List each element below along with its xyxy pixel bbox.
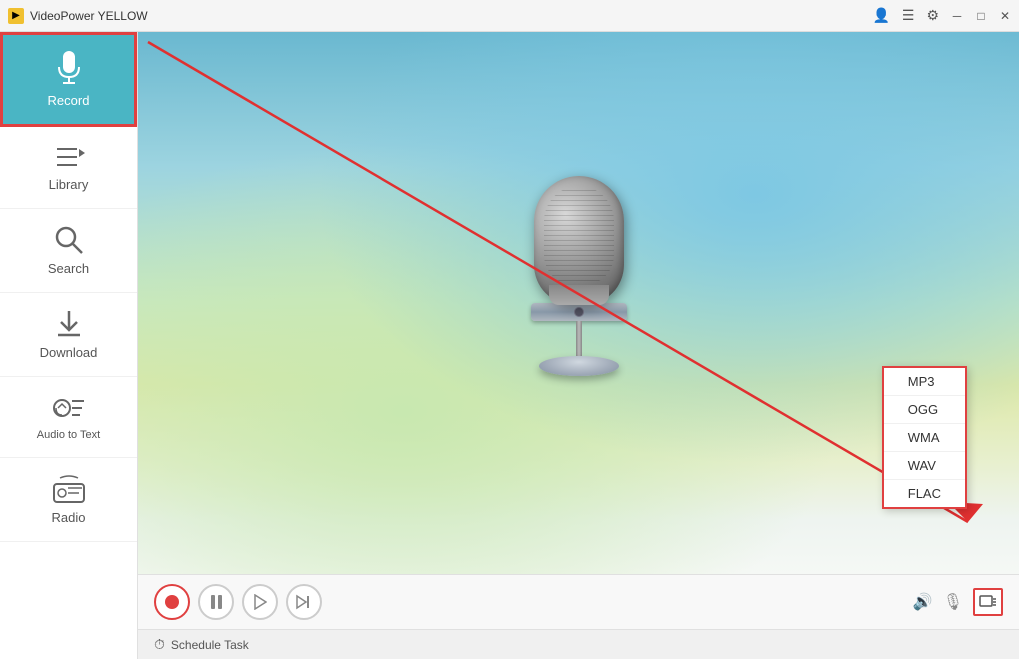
player-right-controls: 🔊 🎙 — [913, 588, 1003, 616]
sidebar-download-label: Download — [40, 345, 98, 360]
title-bar-left: ▶ VideoPower YELLOW — [8, 8, 148, 24]
next-button[interactable] — [286, 584, 322, 620]
microphone-icon — [53, 51, 85, 87]
content-area: MP3 OGG WMA WAV FLAC — [138, 32, 1019, 659]
minimize-button[interactable]: ─ — [951, 10, 963, 22]
sidebar-radio-label: Radio — [52, 510, 86, 525]
sidebar-item-audio-to-text[interactable]: Audio to Text — [0, 377, 137, 458]
search-icon — [54, 225, 84, 255]
title-bar-right: 👤 ☰ ⚙ ─ □ ✕ — [872, 7, 1011, 24]
mic-base — [539, 356, 619, 376]
record-dot — [165, 595, 179, 609]
media-view: MP3 OGG WMA WAV FLAC — [138, 32, 1019, 574]
play-icon — [253, 594, 267, 610]
sidebar-library-label: Library — [49, 177, 89, 192]
microphone-graphic — [509, 176, 649, 376]
list-icon[interactable]: ☰ — [902, 7, 915, 24]
library-icon — [53, 143, 85, 171]
play-button[interactable] — [242, 584, 278, 620]
sidebar-item-download[interactable]: Download — [0, 293, 137, 377]
settings-icon[interactable]: ⚙ — [926, 7, 939, 24]
app-icon: ▶ — [8, 8, 24, 24]
sidebar-record-label: Record — [48, 93, 90, 108]
audio-to-text-icon — [52, 393, 86, 423]
player-bar: 🔊 🎙 — [138, 574, 1019, 629]
format-item-wav[interactable]: WAV — [884, 452, 965, 480]
record-button[interactable] — [154, 584, 190, 620]
main-container: Record Library Search Down — [0, 32, 1019, 659]
format-popup: MP3 OGG WMA WAV FLAC — [882, 366, 967, 509]
mic-band — [531, 303, 627, 321]
download-icon — [54, 309, 84, 339]
format-item-flac[interactable]: FLAC — [884, 480, 965, 507]
format-button[interactable] — [973, 588, 1003, 616]
format-item-ogg[interactable]: OGG — [884, 396, 965, 424]
format-btn-icon — [979, 593, 997, 611]
next-icon — [296, 594, 312, 610]
mic-stem — [576, 321, 582, 356]
schedule-bar: ⏱ Schedule Task — [138, 629, 1019, 659]
mic-head — [534, 176, 624, 305]
format-item-wma[interactable]: WMA — [884, 424, 965, 452]
user-icon[interactable]: 👤 — [872, 7, 889, 24]
sidebar-audio-to-text-label: Audio to Text — [37, 429, 100, 441]
pause-bar-left — [211, 595, 215, 609]
pause-bar-right — [218, 595, 222, 609]
restore-button[interactable]: □ — [975, 10, 987, 22]
sidebar-item-library[interactable]: Library — [0, 127, 137, 209]
schedule-label[interactable]: Schedule Task — [171, 638, 249, 652]
clock-icon: ⏱ — [154, 636, 165, 653]
sidebar-item-search[interactable]: Search — [0, 209, 137, 293]
sidebar-search-label: Search — [48, 261, 89, 276]
sidebar-item-radio[interactable]: Radio — [0, 458, 137, 542]
mic-band-dot — [574, 307, 584, 317]
mic-icon[interactable]: 🎙 — [943, 592, 963, 612]
radio-icon — [52, 474, 86, 504]
volume-icon[interactable]: 🔊 — [913, 592, 933, 612]
title-bar: ▶ VideoPower YELLOW 👤 ☰ ⚙ ─ □ ✕ — [0, 0, 1019, 32]
pause-icon — [211, 595, 222, 609]
close-button[interactable]: ✕ — [999, 10, 1011, 22]
pause-button[interactable] — [198, 584, 234, 620]
app-title: VideoPower YELLOW — [30, 9, 148, 23]
sidebar-item-record[interactable]: Record — [0, 32, 137, 127]
sidebar: Record Library Search Down — [0, 32, 138, 659]
format-item-mp3[interactable]: MP3 — [884, 368, 965, 396]
